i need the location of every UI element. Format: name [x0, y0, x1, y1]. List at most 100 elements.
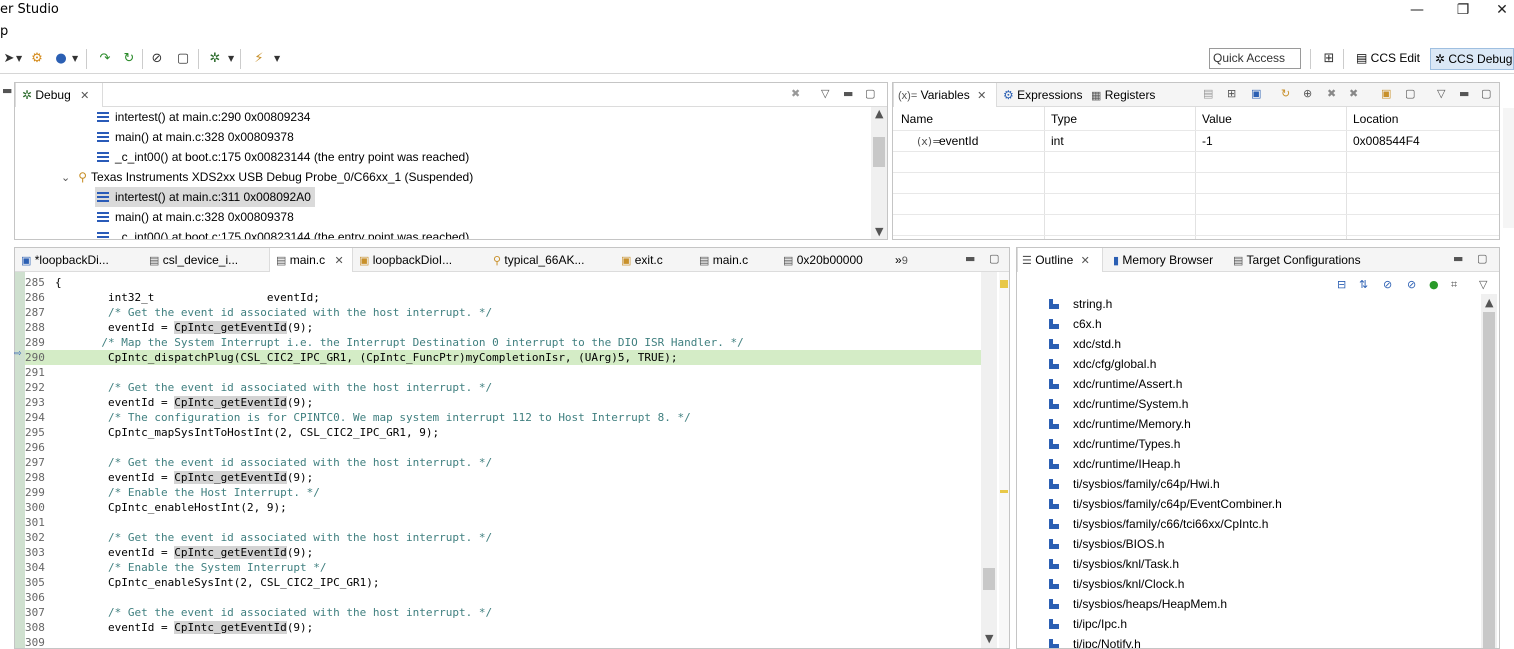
code-line[interactable]: 293 eventId = CpIntc_getEventId(9);: [25, 395, 981, 410]
new-view-icon[interactable]: ▣: [1381, 87, 1391, 100]
terminate-icon[interactable]: ▢: [174, 50, 192, 68]
code-line[interactable]: 285 {: [25, 275, 981, 290]
column-header-location[interactable]: Location: [1353, 112, 1398, 126]
outline-include-item[interactable]: ti/sysbios/BIOS.h: [1049, 534, 1164, 554]
open-perspective-icon[interactable]: ⊞: [1320, 50, 1338, 68]
outline-include-item[interactable]: xdc/runtime/System.h: [1049, 394, 1188, 414]
remove-icon[interactable]: ✖: [1327, 87, 1336, 100]
minimize-button[interactable]: —: [1402, 1, 1432, 19]
view-menu-icon[interactable]: ▽: [1479, 278, 1487, 291]
code-line[interactable]: 303 eventId = CpIntc_getEventId(9);: [25, 545, 981, 560]
step-return-icon[interactable]: ↻: [120, 50, 138, 68]
maximize-view-icon[interactable]: ▢: [865, 87, 875, 100]
editor-scrollbar[interactable]: ▼: [981, 272, 997, 648]
stack-frame-row[interactable]: _c_int00() at boot.c:175 0x00823144 (the…: [97, 227, 469, 239]
hide-fields-icon[interactable]: ⊘: [1383, 278, 1392, 291]
code-line[interactable]: 305 CpIntc_enableSysInt(2, CSL_CIC2_IPC_…: [25, 575, 981, 590]
tab-memory-browser[interactable]: ▮ Memory Browser: [1113, 248, 1213, 272]
stack-frame-row-selected[interactable]: intertest() at main.c:311 0x008092A0: [95, 187, 315, 207]
remove-all-icon[interactable]: ✖: [1349, 87, 1358, 100]
stack-frame-row[interactable]: intertest() at main.c:290 0x00809234: [97, 107, 310, 127]
stack-frame-row[interactable]: _c_int00() at boot.c:175 0x00823144 (the…: [97, 147, 469, 167]
tab-editor-csl-device[interactable]: ▤ csl_device_i...: [149, 248, 238, 272]
view-menu-icon[interactable]: ▽: [1437, 87, 1445, 100]
code-line[interactable]: 308 eventId = CpIntc_getEventId(9);: [25, 620, 981, 635]
dropdown-arrow-icon[interactable]: ▼: [274, 50, 282, 68]
outline-include-item[interactable]: xdc/cfg/global.h: [1049, 354, 1156, 374]
code-line[interactable]: 295 CpIntc_mapSysIntToHostInt(2, CSL_CIC…: [25, 425, 981, 440]
close-tab-icon[interactable]: ✕: [80, 90, 89, 102]
debug-target-row[interactable]: ⌄ ⚲ Texas Instruments XDS2xx USB Debug Pro…: [61, 167, 473, 187]
outline-include-item[interactable]: string.h: [1049, 294, 1112, 314]
flash-icon[interactable]: ⚡: [250, 50, 268, 68]
hide-static-icon[interactable]: ⊘: [1407, 278, 1416, 291]
outline-include-item[interactable]: ti/sysbios/knl/Clock.h: [1049, 574, 1184, 594]
code-line[interactable]: 309: [25, 635, 981, 647]
group-includes-icon[interactable]: ⌗: [1451, 278, 1457, 292]
minimize-view-icon[interactable]: ▬: [1459, 87, 1469, 100]
code-line[interactable]: 294 /* The configuration is for CPINTC0.…: [25, 410, 981, 425]
stack-frame-row[interactable]: main() at main.c:328 0x00809378: [97, 127, 294, 147]
build-icon[interactable]: ⚙: [28, 50, 46, 68]
column-header-value[interactable]: Value: [1202, 112, 1232, 126]
sort-icon[interactable]: ⇅: [1359, 278, 1368, 291]
outline-include-item[interactable]: c6x.h: [1049, 314, 1102, 334]
variable-row[interactable]: (x)= eventId int -1 0x008544F4: [893, 131, 1499, 151]
show-type-names-icon[interactable]: ⊞: [1227, 87, 1236, 100]
outline-include-item[interactable]: xdc/runtime/Assert.h: [1049, 374, 1182, 394]
close-tab-icon[interactable]: ✕: [1081, 255, 1090, 267]
code-line[interactable]: 301: [25, 515, 981, 530]
tab-editor-disassembly[interactable]: ▤ 0x20b00000: [783, 248, 863, 272]
stack-frame-row[interactable]: main() at main.c:328 0x00809378: [97, 207, 294, 227]
debug-icon[interactable]: ●: [52, 50, 70, 68]
code-line[interactable]: 299 /* Enable the Host Interrupt. */: [25, 485, 981, 500]
layout-icon[interactable]: ▣: [1251, 87, 1261, 100]
debug-scrollbar[interactable]: ▲ ▼: [871, 107, 887, 239]
code-line[interactable]: 297 /* Get the event id associated with …: [25, 455, 981, 470]
perspective-ccs-edit[interactable]: ▤ CCS Edit: [1352, 48, 1424, 70]
column-header-name[interactable]: Name: [901, 112, 933, 126]
code-area[interactable]: 285{286 int32_t eventId; 287 /* Get the e…: [25, 275, 981, 647]
step-over-icon[interactable]: ↷: [96, 50, 114, 68]
tab-registers[interactable]: ▦ Registers: [1091, 83, 1155, 107]
perspective-ccs-debug[interactable]: ✲ CCS Debug: [1430, 48, 1514, 70]
maximize-view-icon[interactable]: ▢: [1481, 87, 1491, 100]
code-line[interactable]: 302 /* Get the event id associated with …: [25, 530, 981, 545]
close-button[interactable]: ✕: [1490, 1, 1514, 19]
restore-button[interactable]: ❐: [1448, 1, 1478, 19]
outline-include-item[interactable]: xdc/runtime/IHeap.h: [1049, 454, 1180, 474]
tab-target-configurations[interactable]: ▤ Target Configurations: [1233, 248, 1361, 272]
close-tab-icon[interactable]: ✕: [977, 90, 986, 102]
tab-debug[interactable]: ✲ Debug ✕: [15, 83, 103, 107]
minimize-view-icon[interactable]: ▬: [843, 87, 853, 100]
tab-editor-typical[interactable]: ⚲ typical_66AK...: [493, 248, 584, 272]
code-line[interactable]: 307 /* Get the event id associated with …: [25, 605, 981, 620]
tab-editor-exit-c[interactable]: ▣ exit.c: [621, 248, 663, 272]
quick-access-input[interactable]: Quick Access: [1209, 48, 1301, 69]
code-line[interactable]: 300 CpIntc_enableHostInt(2, 9);: [25, 500, 981, 515]
warning-marker[interactable]: [1000, 280, 1008, 288]
tab-editor-loopbackdi[interactable]: ▣ *loopbackDi...: [21, 248, 109, 272]
code-line[interactable]: 286 int32_t eventId;: [25, 290, 981, 305]
outline-include-item[interactable]: xdc/runtime/Memory.h: [1049, 414, 1191, 434]
skip-breakpoints-icon[interactable]: ⊘: [148, 50, 166, 68]
code-line[interactable]: 306: [25, 590, 981, 605]
remove-terminated-icon[interactable]: ✖: [791, 87, 800, 100]
tab-editor-main-c-active[interactable]: ▤ main.c ✕: [269, 248, 353, 272]
tab-editor-main-c-2[interactable]: ▤ main.c: [699, 248, 748, 272]
editor-gutter[interactable]: [15, 272, 25, 648]
collapse-all-icon[interactable]: ▤: [1203, 87, 1213, 100]
outline-include-item[interactable]: ti/ipc/Notify.h: [1049, 634, 1141, 648]
code-line[interactable]: 288 eventId = CpIntc_getEventId(9);: [25, 320, 981, 335]
tab-expressions[interactable]: ⚙ Expressions: [1001, 83, 1082, 107]
code-line[interactable]: 298 eventId = CpIntc_getEventId(9);: [25, 470, 981, 485]
outline-include-item[interactable]: ti/sysbios/family/c64p/EventCombiner.h: [1049, 494, 1282, 514]
outline-include-item[interactable]: xdc/runtime/Types.h: [1049, 434, 1180, 454]
column-header-type[interactable]: Type: [1051, 112, 1077, 126]
code-line[interactable]: 287 /* Get the event id associated with …: [25, 305, 981, 320]
outline-include-item[interactable]: ti/sysbios/heaps/HeapMem.h: [1049, 594, 1227, 614]
bug-icon[interactable]: ✲: [206, 50, 224, 68]
code-line[interactable]: 292 /* Get the event id associated with …: [25, 380, 981, 395]
maximize-view-icon[interactable]: ▢: [989, 252, 999, 265]
scroll-thumb[interactable]: [1483, 312, 1495, 648]
